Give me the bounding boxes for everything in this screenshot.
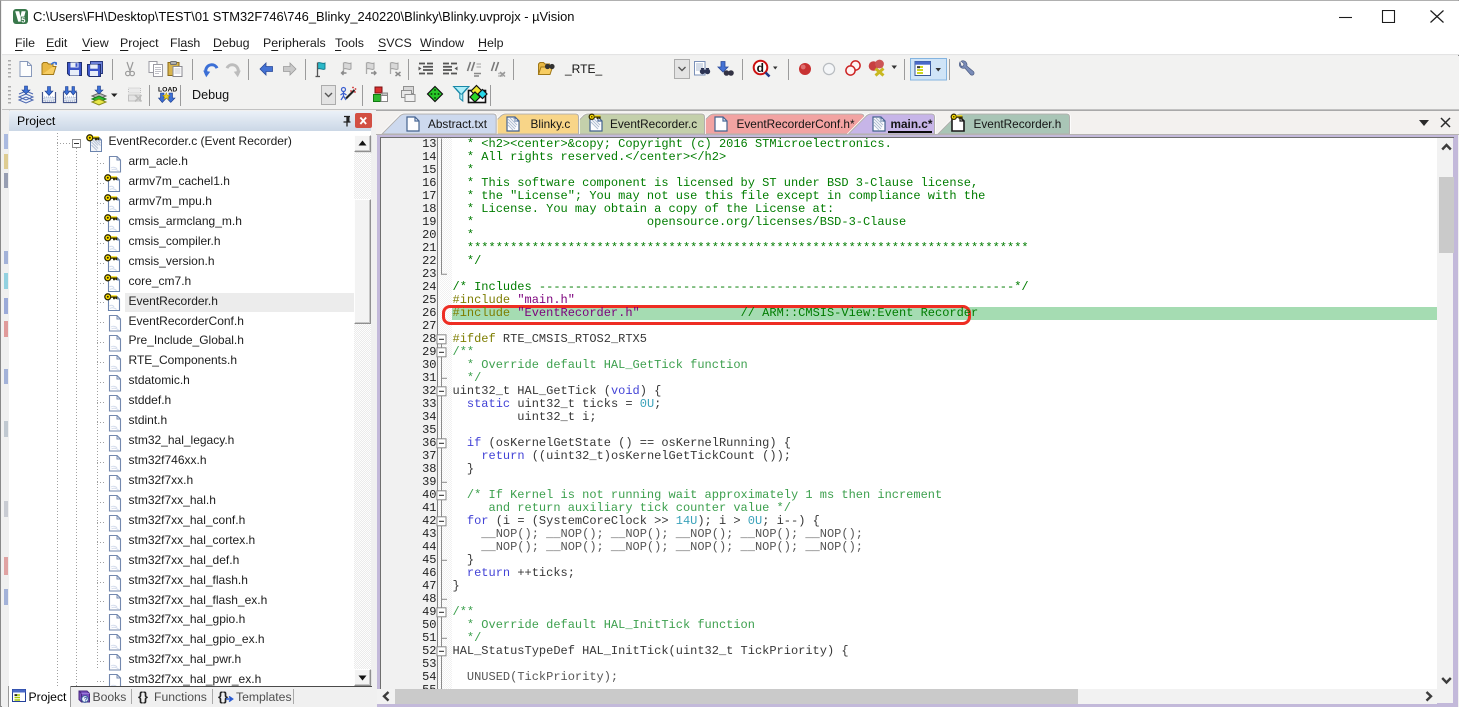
svg-text:LOAD: LOAD [158, 87, 177, 94]
svg-text:d: d [757, 61, 764, 75]
svg-text:5: 5 [21, 15, 25, 24]
svg-text:?: ? [84, 696, 88, 703]
